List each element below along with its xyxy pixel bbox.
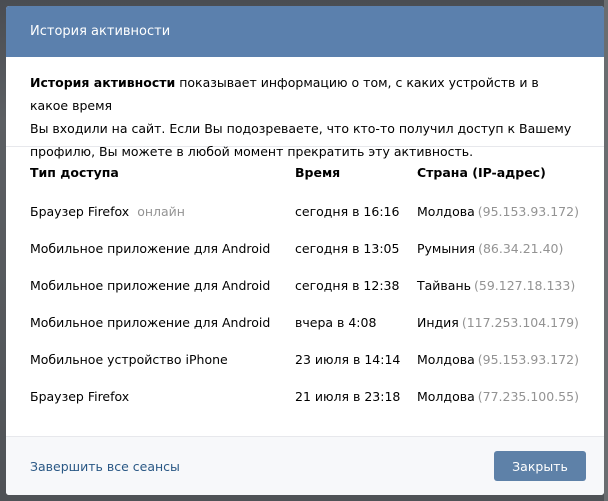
access-type: Браузер Firefox <box>30 204 130 219</box>
intro-bold: История активности <box>30 75 176 90</box>
country-cell: Молдова (95.153.93.172) <box>417 204 580 219</box>
access-cell: Мобильное приложение для Android <box>30 278 271 293</box>
ip-address: (59.127.18.133) <box>474 278 576 293</box>
country: Молдова <box>417 204 475 219</box>
access-cell: Браузер Firefox <box>30 389 130 404</box>
dialog-title: История активности <box>30 24 171 39</box>
end-all-sessions-link[interactable]: Завершить все сеансы <box>30 459 180 474</box>
intro-line-1: История активности показывает информацию… <box>30 71 580 117</box>
ip-address: (95.153.93.172) <box>477 352 579 367</box>
online-status: онлайн <box>137 204 185 219</box>
backdrop-edge <box>604 0 608 501</box>
ip-address: (117.253.104.179) <box>461 315 579 330</box>
country: Румыния <box>417 241 476 256</box>
access-cell: Мобильное приложение для Android <box>30 315 271 330</box>
table-row: Браузер Firefox онлайн сегодня в 16:16 Мо… <box>30 193 580 230</box>
access-cell: Браузер Firefox онлайн <box>30 204 295 219</box>
sessions-table: Тип доступа Время Страна (IP-адрес) Брау… <box>6 147 604 415</box>
close-button[interactable]: Закрыть <box>494 451 586 481</box>
ip-address: (86.34.21.40) <box>478 241 564 256</box>
time-cell: сегодня в 16:16 <box>295 204 400 219</box>
time-cell: сегодня в 13:05 <box>295 241 400 256</box>
intro-text: История активности показывает информацию… <box>6 57 604 159</box>
country-cell: Молдова (95.153.93.172) <box>417 352 580 367</box>
ip-address: (95.153.93.172) <box>477 204 579 219</box>
country-cell: Румыния (86.34.21.40) <box>417 241 580 256</box>
country: Тайвань <box>417 278 471 293</box>
country: Молдова <box>417 389 475 404</box>
activity-history-dialog: История активности История активности по… <box>6 6 604 495</box>
dialog-footer: Завершить все сеансы Закрыть <box>6 436 604 495</box>
ip-address: (77.235.100.55) <box>477 389 579 404</box>
intro-line-2: Вы входили на сайт. Если Вы подозреваете… <box>30 121 572 136</box>
table-row: Браузер Firefox 21 июля в 23:18 Молдова(… <box>30 378 580 415</box>
time-cell: 23 июля в 14:14 <box>295 352 401 367</box>
table-row: Мобильное приложение для Android сегодня… <box>30 267 580 304</box>
country: Индия <box>417 315 459 330</box>
time-cell: сегодня в 12:38 <box>295 278 400 293</box>
access-cell: Мобильное устройство iPhone <box>30 352 228 367</box>
country: Молдова <box>417 352 475 367</box>
table-row: Мобильное приложение для Android сегодня… <box>30 230 580 267</box>
column-header-country: Страна (IP-адрес) <box>417 164 546 180</box>
column-header-access: Тип доступа <box>30 164 119 180</box>
dialog-header: История активности <box>6 6 604 57</box>
column-header-time: Время <box>295 164 341 180</box>
time-cell: вчера в 4:08 <box>295 315 377 330</box>
table-row: Мобильное приложение для Android вчера в… <box>30 304 580 341</box>
table-row: Мобильное устройство iPhone 23 июля в 14… <box>30 341 580 378</box>
access-cell: Мобильное приложение для Android <box>30 241 271 256</box>
country-cell: Молдова (77.235.100.55) <box>417 389 580 404</box>
time-cell: 21 июля в 23:18 <box>295 389 401 404</box>
country-cell: Индия (117.253.104.179) <box>417 315 580 330</box>
country-cell: Тайвань (59.127.18.133) <box>417 278 580 293</box>
